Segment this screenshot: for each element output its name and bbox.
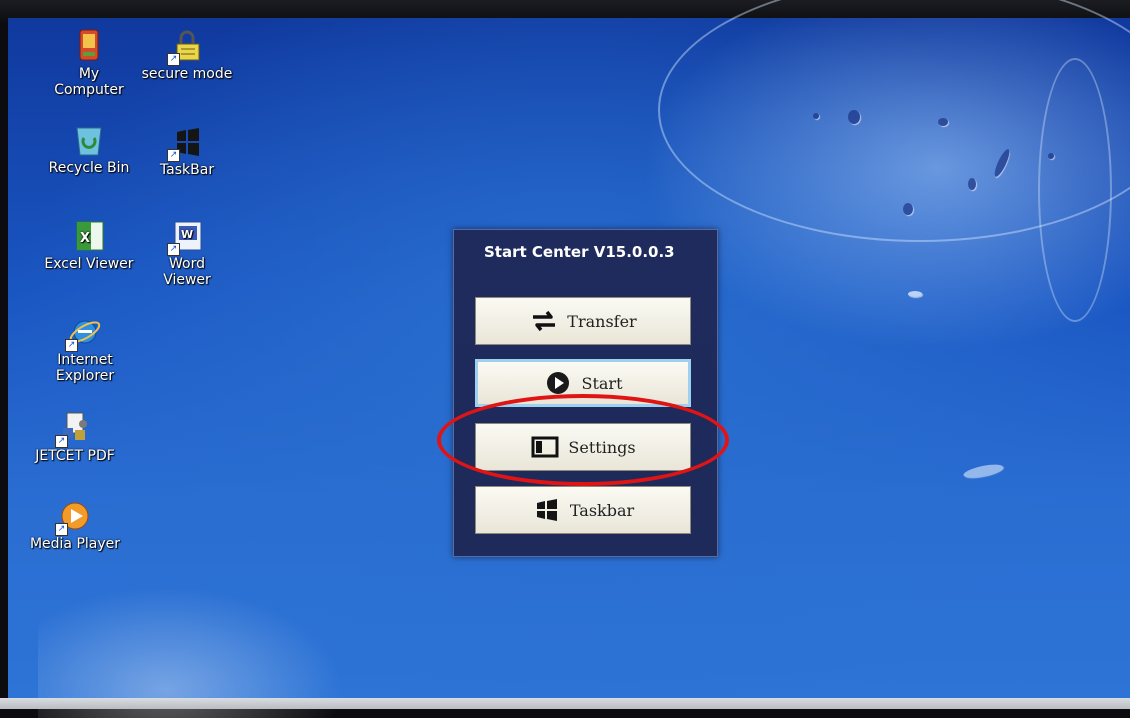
taskbar-button[interactable]: Taskbar [475,486,691,534]
icon-label: My Computer [54,66,124,98]
play-icon [543,370,573,396]
reflection-streak [1038,58,1112,322]
media-player-icon: ↗ [55,498,93,536]
icon-label: secure mode [141,66,233,82]
water-drop [813,113,819,119]
shortcut-arrow-icon: ↗ [167,243,180,256]
svg-text:W: W [181,228,193,241]
windows-logo-icon [532,497,562,523]
water-drop [938,118,948,126]
shortcut-arrow-icon: ↗ [65,339,78,352]
desktop-icon-my-computer[interactable]: My Computer [34,28,144,98]
icon-label: Recycle Bin [48,160,130,176]
recycle-bin-icon [71,122,107,158]
water-drop [903,203,913,215]
desktop-icon-secure-mode[interactable]: ↗ secure mode [132,28,242,82]
start-center-window: Start Center V15.0.0.3 Transfer Start Se… [453,229,718,557]
icon-label: Media Player [29,536,121,552]
pdf-icon: ↗ [55,410,93,448]
desktop-icon-jetcet-pdf[interactable]: ↗ JETCET PDF [20,410,130,464]
svg-text:X: X [80,231,90,246]
water-drop [968,178,976,190]
computer-icon [71,28,107,64]
button-label: Transfer [567,311,637,331]
monitor-bezel-bottom [0,698,1130,709]
desktop-icon-recycle-bin[interactable]: Recycle Bin [34,122,144,176]
water-drop [848,110,860,124]
transfer-button[interactable]: Transfer [475,297,691,345]
water-drop [962,461,1004,481]
shortcut-arrow-icon: ↗ [167,149,180,162]
icon-label: Internet Explorer [55,352,115,384]
desktop-icon-word-viewer[interactable]: W ↗ Word Viewer [132,218,242,288]
window-title: Start Center V15.0.0.3 [484,243,675,261]
button-label: Taskbar [569,500,635,520]
water-drop [1048,153,1054,159]
annotation-highlight-ring [437,394,729,486]
desktop-icon-taskbar[interactable]: ↗ TaskBar [132,124,242,178]
icon-label: JETCET PDF [35,448,115,464]
shortcut-arrow-icon: ↗ [167,53,180,66]
icon-label: Excel Viewer [44,256,134,272]
desktop-icon-media-player[interactable]: ↗ Media Player [20,498,130,552]
word-icon: W ↗ [167,218,205,256]
desktop-icon-excel-viewer[interactable]: X Excel Viewer [34,218,144,272]
excel-icon: X [71,218,107,254]
transfer-arrows-icon [529,308,559,334]
icon-label: Word Viewer [163,256,211,288]
button-label: Start [581,373,623,393]
icon-label: TaskBar [159,162,215,178]
desktop-icon-internet-explorer[interactable]: ↗ Internet Explorer [30,314,140,384]
secure-mode-icon: ↗ [167,28,205,66]
shortcut-arrow-icon: ↗ [55,523,68,536]
internet-explorer-icon: ↗ [65,314,103,352]
water-drop [908,291,922,297]
screen-glare [38,578,358,718]
windows-logo-icon: ↗ [167,124,205,162]
shortcut-arrow-icon: ↗ [55,435,68,448]
